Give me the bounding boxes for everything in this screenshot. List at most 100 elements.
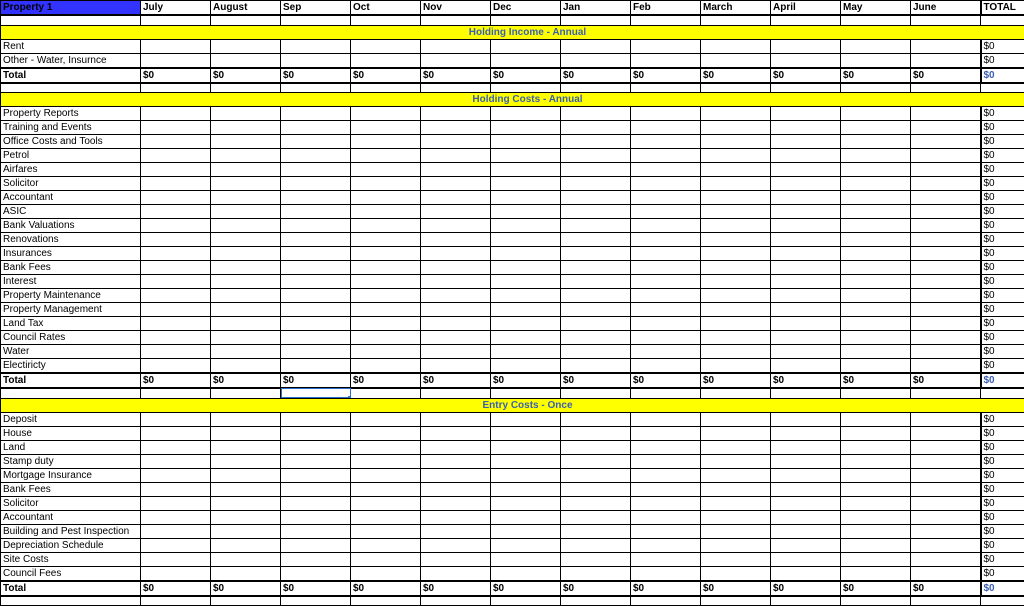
header-month-4[interactable]: Nov	[421, 1, 491, 16]
cell-2-0-1[interactable]	[211, 412, 281, 426]
row-total-2-4[interactable]: $0	[981, 468, 1024, 482]
cell-1-14-7[interactable]	[631, 303, 701, 317]
row-label-1-11[interactable]: Bank Fees	[1, 261, 141, 275]
cell-1-0-0[interactable]	[141, 107, 211, 121]
cell-2-10-9[interactable]	[771, 552, 841, 566]
section-total-cell-0-1[interactable]: $0	[211, 68, 281, 83]
cell-2-1-10[interactable]	[841, 426, 911, 440]
cell-1-16-2[interactable]	[281, 331, 351, 345]
cell-2-1-4[interactable]	[421, 426, 491, 440]
cell-1-18-1[interactable]	[211, 359, 281, 374]
row-total-1-0[interactable]: $0	[981, 107, 1024, 121]
cell-2-8-4[interactable]	[421, 524, 491, 538]
cell-1-9-11[interactable]	[911, 233, 981, 247]
row-total-1-14[interactable]: $0	[981, 303, 1024, 317]
cell-1-11-0[interactable]	[141, 261, 211, 275]
section-title-0[interactable]: Holding Income - Annual	[1, 25, 1024, 39]
cell-2-8-2[interactable]	[281, 524, 351, 538]
blank-cell[interactable]	[281, 83, 351, 93]
cell-2-10-4[interactable]	[421, 552, 491, 566]
cell-2-1-8[interactable]	[701, 426, 771, 440]
cell-1-16-3[interactable]	[351, 331, 421, 345]
cell-0-0-2[interactable]	[281, 39, 351, 53]
section-total-cell-2-10[interactable]: $0	[841, 581, 911, 596]
cell-1-0-4[interactable]	[421, 107, 491, 121]
blank-cell[interactable]	[771, 15, 841, 25]
cell-1-17-9[interactable]	[771, 345, 841, 359]
cell-2-1-9[interactable]	[771, 426, 841, 440]
cell-2-7-0[interactable]	[141, 510, 211, 524]
cell-1-11-1[interactable]	[211, 261, 281, 275]
cell-2-6-0[interactable]	[141, 496, 211, 510]
cell-1-13-1[interactable]	[211, 289, 281, 303]
row-total-0-0[interactable]: $0	[981, 39, 1024, 53]
cell-2-9-10[interactable]	[841, 538, 911, 552]
cell-0-0-11[interactable]	[911, 39, 981, 53]
cell-1-9-10[interactable]	[841, 233, 911, 247]
cell-1-16-6[interactable]	[561, 331, 631, 345]
cell-2-1-0[interactable]	[141, 426, 211, 440]
cell-1-4-6[interactable]	[561, 163, 631, 177]
cell-1-8-8[interactable]	[701, 219, 771, 233]
row-total-2-3[interactable]: $0	[981, 454, 1024, 468]
cell-1-6-10[interactable]	[841, 191, 911, 205]
cell-1-13-0[interactable]	[141, 289, 211, 303]
cell-2-4-11[interactable]	[911, 468, 981, 482]
cell-2-11-6[interactable]	[561, 566, 631, 581]
blank-cell[interactable]	[1, 15, 141, 25]
cell-1-8-2[interactable]	[281, 219, 351, 233]
cell-2-5-3[interactable]	[351, 482, 421, 496]
section-total-cell-2-8[interactable]: $0	[701, 581, 771, 596]
cell-2-11-11[interactable]	[911, 566, 981, 581]
cell-0-0-10[interactable]	[841, 39, 911, 53]
cell-1-18-6[interactable]	[561, 359, 631, 374]
cell-1-13-5[interactable]	[491, 289, 561, 303]
cell-1-18-7[interactable]	[631, 359, 701, 374]
section-grand-total-2[interactable]: $0	[981, 581, 1024, 596]
cell-1-18-9[interactable]	[771, 359, 841, 374]
blank-cell[interactable]	[911, 15, 981, 25]
row-label-1-9[interactable]: Renovations	[1, 233, 141, 247]
cell-2-4-4[interactable]	[421, 468, 491, 482]
cell-2-2-0[interactable]	[141, 440, 211, 454]
blank-cell[interactable]	[911, 596, 981, 606]
row-total-2-5[interactable]: $0	[981, 482, 1024, 496]
section-total-cell-2-9[interactable]: $0	[771, 581, 841, 596]
cell-1-12-3[interactable]	[351, 275, 421, 289]
cell-1-6-8[interactable]	[701, 191, 771, 205]
cell-2-1-6[interactable]	[561, 426, 631, 440]
cell-1-13-3[interactable]	[351, 289, 421, 303]
cell-1-5-8[interactable]	[701, 177, 771, 191]
section-grand-total-0[interactable]: $0	[981, 68, 1024, 83]
cell-2-4-5[interactable]	[491, 468, 561, 482]
cell-1-17-2[interactable]	[281, 345, 351, 359]
row-total-1-8[interactable]: $0	[981, 219, 1024, 233]
cell-2-1-2[interactable]	[281, 426, 351, 440]
row-total-1-5[interactable]: $0	[981, 177, 1024, 191]
row-label-1-0[interactable]: Property Reports	[1, 107, 141, 121]
cell-2-8-0[interactable]	[141, 524, 211, 538]
cell-2-3-5[interactable]	[491, 454, 561, 468]
cell-1-11-6[interactable]	[561, 261, 631, 275]
fill-handle-icon[interactable]	[348, 396, 351, 399]
cell-1-13-11[interactable]	[911, 289, 981, 303]
selected-cell[interactable]	[281, 388, 351, 398]
blank-cell[interactable]	[841, 83, 911, 93]
cell-0-0-0[interactable]	[141, 39, 211, 53]
cell-1-14-0[interactable]	[141, 303, 211, 317]
cell-1-6-11[interactable]	[911, 191, 981, 205]
cell-1-1-11[interactable]	[911, 121, 981, 135]
cell-1-10-6[interactable]	[561, 247, 631, 261]
cell-1-5-2[interactable]	[281, 177, 351, 191]
cell-1-14-9[interactable]	[771, 303, 841, 317]
cell-1-0-3[interactable]	[351, 107, 421, 121]
cell-1-2-10[interactable]	[841, 135, 911, 149]
cell-1-0-1[interactable]	[211, 107, 281, 121]
cell-2-7-2[interactable]	[281, 510, 351, 524]
cell-1-10-8[interactable]	[701, 247, 771, 261]
cell-2-4-3[interactable]	[351, 468, 421, 482]
header-month-0[interactable]: July	[141, 1, 211, 16]
cell-1-17-4[interactable]	[421, 345, 491, 359]
cell-1-4-4[interactable]	[421, 163, 491, 177]
section-total-cell-2-6[interactable]: $0	[561, 581, 631, 596]
